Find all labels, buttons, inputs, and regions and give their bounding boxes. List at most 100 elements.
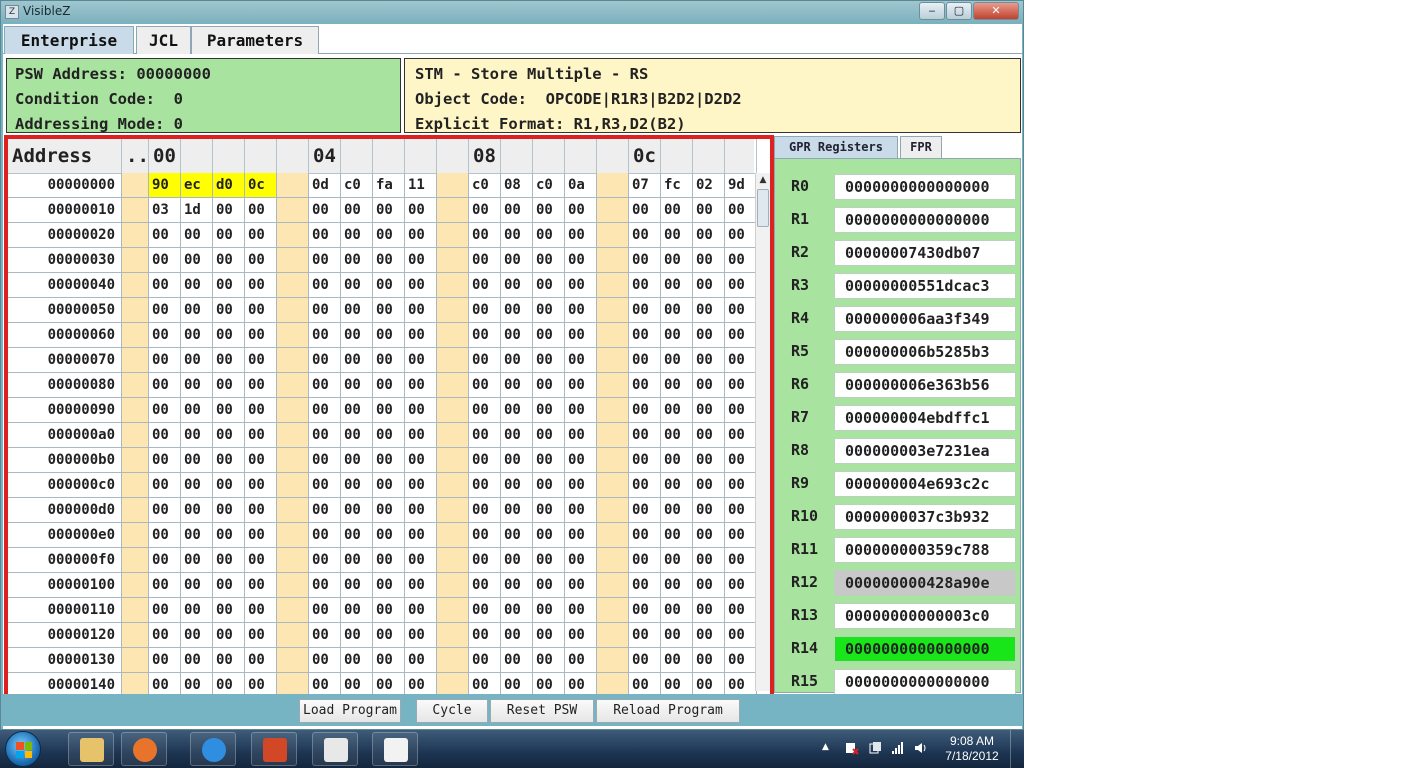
memory-byte[interactable]: 00 [341,573,373,598]
memory-byte[interactable]: 00 [181,498,213,523]
taskbar-button[interactable] [121,732,167,766]
memory-byte[interactable]: 00 [373,373,405,398]
memory-byte[interactable]: 00 [725,373,757,398]
memory-byte[interactable]: 00 [213,298,245,323]
action-center-icon[interactable] [845,741,859,755]
memory-byte[interactable]: 00 [213,373,245,398]
memory-byte[interactable]: 00 [469,273,501,298]
memory-byte[interactable]: 00 [149,273,181,298]
memory-byte[interactable]: 00 [405,423,437,448]
memory-byte[interactable]: 00 [309,523,341,548]
memory-byte[interactable]: ec [181,173,213,198]
memory-byte[interactable]: 00 [469,298,501,323]
memory-byte[interactable]: 00 [469,623,501,648]
memory-byte[interactable]: 0a [565,173,597,198]
memory-byte[interactable]: 00 [149,548,181,573]
memory-byte[interactable]: 00 [149,573,181,598]
register-value[interactable]: 00000000551dcac3 [834,273,1016,299]
devices-icon[interactable] [868,741,882,755]
memory-byte[interactable]: 00 [245,273,277,298]
memory-byte[interactable]: 00 [149,448,181,473]
memory-byte[interactable]: 00 [373,198,405,223]
memory-byte[interactable]: 00 [469,598,501,623]
memory-byte[interactable]: 00 [693,223,725,248]
register-value[interactable]: 000000003e7231ea [834,438,1016,464]
memory-byte[interactable]: 00 [725,323,757,348]
memory-byte[interactable]: 00 [565,223,597,248]
memory-byte[interactable]: 00 [565,398,597,423]
register-value[interactable]: 000000000359c788 [834,537,1016,563]
memory-byte[interactable]: 00 [309,273,341,298]
memory-byte[interactable]: 00 [181,598,213,623]
memory-byte[interactable]: 00 [341,248,373,273]
memory-byte[interactable]: 00 [469,373,501,398]
memory-byte[interactable]: 00 [341,523,373,548]
memory-byte[interactable]: 00 [181,348,213,373]
memory-byte[interactable]: 07 [629,173,661,198]
memory-byte[interactable]: 00 [533,398,565,423]
memory-byte[interactable]: 00 [661,198,693,223]
memory-byte[interactable]: 00 [565,573,597,598]
memory-byte[interactable]: 00 [501,248,533,273]
memory-byte[interactable]: 9d [725,173,757,198]
memory-byte[interactable]: 00 [661,323,693,348]
memory-byte[interactable]: 00 [341,373,373,398]
memory-byte[interactable]: 00 [629,373,661,398]
title-bar[interactable]: Z VisibleZ ‒ ▢ ✕ [1,1,1023,23]
memory-byte[interactable]: 02 [693,173,725,198]
memory-byte[interactable]: 00 [629,398,661,423]
memory-byte[interactable]: 00 [341,348,373,373]
memory-byte[interactable]: 00 [693,323,725,348]
memory-byte[interactable]: 00 [725,623,757,648]
memory-byte[interactable]: 00 [245,573,277,598]
memory-byte[interactable]: 00 [629,273,661,298]
memory-byte[interactable]: 00 [629,498,661,523]
maximize-button[interactable]: ▢ [946,2,972,20]
memory-byte[interactable]: 00 [565,623,597,648]
memory-byte[interactable]: 00 [373,448,405,473]
memory-byte[interactable]: c0 [533,173,565,198]
memory-byte[interactable]: 00 [149,598,181,623]
memory-byte[interactable]: 00 [405,273,437,298]
memory-byte[interactable]: 00 [405,198,437,223]
memory-byte[interactable]: 00 [405,623,437,648]
memory-byte[interactable]: 00 [309,348,341,373]
memory-byte[interactable]: c0 [341,173,373,198]
register-value[interactable]: 000000000428a90e [834,570,1016,596]
memory-byte[interactable]: 00 [309,398,341,423]
memory-byte[interactable]: 00 [725,198,757,223]
memory-byte[interactable]: 00 [501,223,533,248]
close-button[interactable]: ✕ [973,2,1019,20]
memory-byte[interactable]: 00 [309,623,341,648]
memory-byte[interactable]: 00 [309,423,341,448]
memory-byte[interactable]: 00 [725,348,757,373]
memory-byte[interactable]: 00 [373,548,405,573]
memory-byte[interactable]: 00 [181,273,213,298]
memory-byte[interactable]: 00 [245,223,277,248]
memory-byte[interactable]: 00 [405,448,437,473]
memory-byte[interactable]: 00 [469,448,501,473]
memory-byte[interactable]: 00 [725,273,757,298]
memory-byte[interactable]: 00 [341,398,373,423]
tab-gpr-registers[interactable]: GPR Registers [774,136,898,158]
memory-byte[interactable]: 0c [245,173,277,198]
memory-byte[interactable]: 00 [693,598,725,623]
register-value[interactable]: 0000000000000000 [834,207,1016,233]
memory-byte[interactable]: 00 [181,648,213,673]
memory-byte[interactable]: 00 [373,298,405,323]
memory-byte[interactable]: 00 [181,623,213,648]
memory-byte[interactable]: 00 [405,548,437,573]
memory-byte[interactable]: 00 [245,423,277,448]
register-value[interactable]: 000000006aa3f349 [834,306,1016,332]
memory-byte[interactable]: 00 [661,398,693,423]
memory-byte[interactable]: 00 [181,548,213,573]
memory-byte[interactable]: 00 [533,523,565,548]
memory-byte[interactable]: 00 [245,598,277,623]
memory-byte[interactable]: 00 [533,323,565,348]
memory-byte[interactable]: 00 [405,573,437,598]
memory-byte[interactable]: 00 [341,423,373,448]
memory-byte[interactable]: 00 [533,248,565,273]
memory-byte[interactable]: 00 [213,323,245,348]
load-program-button[interactable]: Load Program [299,699,401,723]
memory-byte[interactable]: 00 [245,398,277,423]
